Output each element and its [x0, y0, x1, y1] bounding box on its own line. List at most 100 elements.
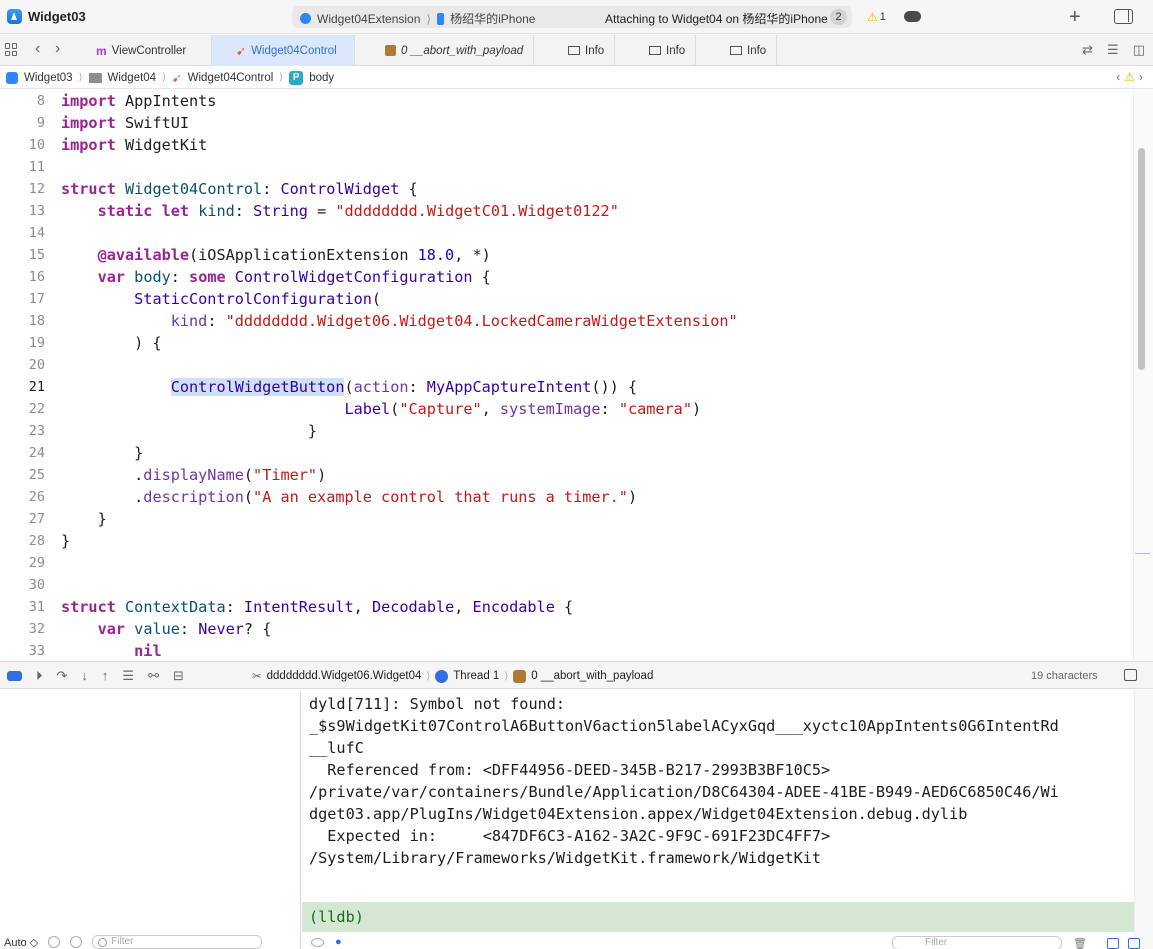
code-line: 10 import WidgetKit	[0, 134, 1133, 156]
line-number: 22	[28, 401, 45, 417]
iphone-icon	[437, 12, 445, 25]
variables-footer: Auto ◇ Filter	[0, 935, 301, 949]
code-text: .description("A an example control that …	[61, 488, 638, 506]
console-panel-icon[interactable]	[1124, 669, 1137, 681]
code-text: }	[61, 532, 71, 550]
trash-icon[interactable]: 🗑	[1073, 937, 1087, 949]
code-text: }	[61, 422, 318, 440]
issue-navigation: ‹ ⚠ ›	[1116, 70, 1143, 84]
eye-icon[interactable]	[311, 938, 324, 947]
inspector-toggle-icon[interactable]	[1114, 9, 1133, 24]
debug-area-toggle-icon[interactable]	[7, 671, 22, 681]
breadcrumb-file[interactable]: Widget04Control	[188, 72, 274, 84]
step-over-icon[interactable]: ↷	[57, 668, 68, 684]
tab-viewcontroller[interactable]: m ViewController	[88, 35, 212, 66]
step-out-icon[interactable]: ↑	[102, 668, 109, 684]
debug-target[interactable]: dddddddd.Widget06.Widget04	[267, 670, 422, 682]
code-line: 28}	[0, 530, 1133, 552]
person-icon[interactable]: ●	[335, 936, 342, 948]
tab-abort-with-payload[interactable]: 0 __abort_with_payload	[355, 35, 534, 66]
code-line: 15 @available(iOSApplicationExtension 18…	[0, 244, 1133, 266]
previous-issue-icon[interactable]: ‹	[1116, 70, 1120, 84]
debug-controls: ⏵ ↷ ↓ ↑ ☰ ⚯ ⊟	[36, 668, 184, 684]
breadcrumb-project[interactable]: Widget03	[24, 72, 73, 84]
project-icon	[6, 71, 18, 84]
step-into-icon[interactable]: ↓	[81, 668, 88, 684]
console-line: Expected in: <847DF6C3-A162-3A2C-9F9C-69…	[309, 827, 831, 845]
activity-status-pill[interactable]: Widget04Extension ⟩ 杨绍华的iPhone Attaching…	[292, 6, 852, 28]
code-line: 30	[0, 574, 1133, 596]
variables-view[interactable]	[0, 690, 301, 949]
memory-graph-icon[interactable]: ⚯	[148, 668, 159, 684]
split-editor-icon[interactable]: ◫	[1133, 42, 1145, 58]
show-variables-icon[interactable]	[1107, 938, 1119, 949]
auto-scope-select[interactable]: Auto ◇	[4, 936, 38, 949]
line-number: 27	[28, 511, 45, 527]
related-items-grid-icon[interactable]	[5, 43, 18, 56]
extension-icon	[300, 13, 311, 24]
tools-icon: ✂	[252, 671, 262, 683]
code-line: 17 StaticControlConfiguration(	[0, 288, 1133, 310]
next-issue-icon[interactable]: ›	[1139, 70, 1143, 84]
code-line: 13 static let kind: String = "dddddddd.W…	[0, 200, 1133, 222]
console-output[interactable]: dyld[711]: Symbol not found: _$s9WidgetK…	[302, 690, 1134, 902]
editor-options: ⇄ ☰ ◫	[1082, 42, 1145, 58]
line-number: 21	[28, 379, 45, 395]
console-line: __lufC	[309, 739, 364, 757]
debug-frame[interactable]: 0 __abort_with_payload	[531, 670, 653, 682]
code-line: 27 }	[0, 508, 1133, 530]
code-line: 26 .description("A an example control th…	[0, 486, 1133, 508]
console-filter-input[interactable]: Filter	[892, 936, 1062, 949]
tab-info-1[interactable]: Info	[534, 35, 615, 66]
tab-info-2[interactable]: Info	[615, 35, 696, 66]
show-console-icon[interactable]	[1128, 938, 1140, 949]
scheme-selector[interactable]: Widget04Extension ⟩ 杨绍华的iPhone	[300, 10, 535, 27]
activity-count-badge[interactable]: 2	[830, 9, 847, 25]
debug-thread[interactable]: Thread 1	[453, 670, 499, 682]
info-icon[interactable]	[70, 936, 83, 948]
line-number: 26	[28, 489, 45, 505]
console-line: Referenced from: <DFF44956-DEED-345B-B21…	[309, 761, 831, 779]
tab-widget04control[interactable]: ➹ Widget04Control	[212, 35, 355, 66]
add-tab-button[interactable]: +	[1069, 6, 1081, 29]
code-line: 24 }	[0, 442, 1133, 464]
tab-label: ViewController	[111, 44, 187, 57]
console-scroll-track[interactable]	[1134, 690, 1153, 949]
property-icon: P	[289, 70, 304, 85]
source-editor[interactable]: 8 import AppIntents 9 import SwiftUI 10 imp…	[0, 90, 1153, 660]
code-text: }	[61, 444, 144, 462]
editor-scrollbar[interactable]	[1138, 148, 1145, 370]
swift-file-icon: ➹	[236, 43, 247, 58]
tab-label: Info	[666, 44, 686, 57]
warning-icon[interactable]: ⚠	[1124, 70, 1135, 84]
continue-icon[interactable]: ⏵	[36, 668, 43, 684]
current-code-line: 21 ControlWidgetButton(action: MyAppCapt…	[0, 376, 1133, 398]
table-icon	[730, 46, 742, 55]
environment-overrides-icon[interactable]: ⊟	[173, 668, 184, 684]
swap-arrows-icon[interactable]: ⇄	[1082, 42, 1093, 58]
selection-length: 19 characters	[1031, 670, 1098, 682]
code-text: Label("Capture", systemImage: "camera")	[344, 400, 702, 418]
selected-text[interactable]: ControlWidgetButton	[170, 378, 345, 396]
tab-label: Info	[747, 44, 767, 57]
tab-info-3[interactable]: Info	[696, 35, 777, 66]
code-text: static let kind: String = "dddddddd.Widg…	[97, 202, 619, 220]
breadcrumb-symbol[interactable]: body	[309, 72, 334, 84]
warnings-indicator[interactable]: ⚠ 1	[867, 10, 886, 24]
eye-icon[interactable]	[48, 936, 61, 948]
xcode-app-icon	[7, 9, 22, 24]
variables-filter-input[interactable]: Filter	[92, 935, 263, 949]
breadcrumb-folder[interactable]: Widget04	[108, 72, 157, 84]
code-line: 11	[0, 156, 1133, 178]
line-number: 19	[28, 335, 45, 351]
view-hierarchy-icon[interactable]: ☰	[122, 668, 134, 684]
line-number: 18	[28, 313, 45, 329]
editor-options-icon[interactable]: ☰	[1107, 42, 1119, 58]
tab-label: 0 __abort_with_payload	[401, 44, 524, 57]
forward-chevron-icon[interactable]: ›	[55, 40, 60, 58]
code-text: StaticControlConfiguration(	[134, 290, 382, 308]
line-number: 28	[28, 533, 45, 549]
back-chevron-icon[interactable]: ‹	[35, 40, 40, 58]
cloud-icon[interactable]	[904, 11, 921, 22]
lldb-prompt[interactable]: (lldb)	[302, 902, 1134, 932]
